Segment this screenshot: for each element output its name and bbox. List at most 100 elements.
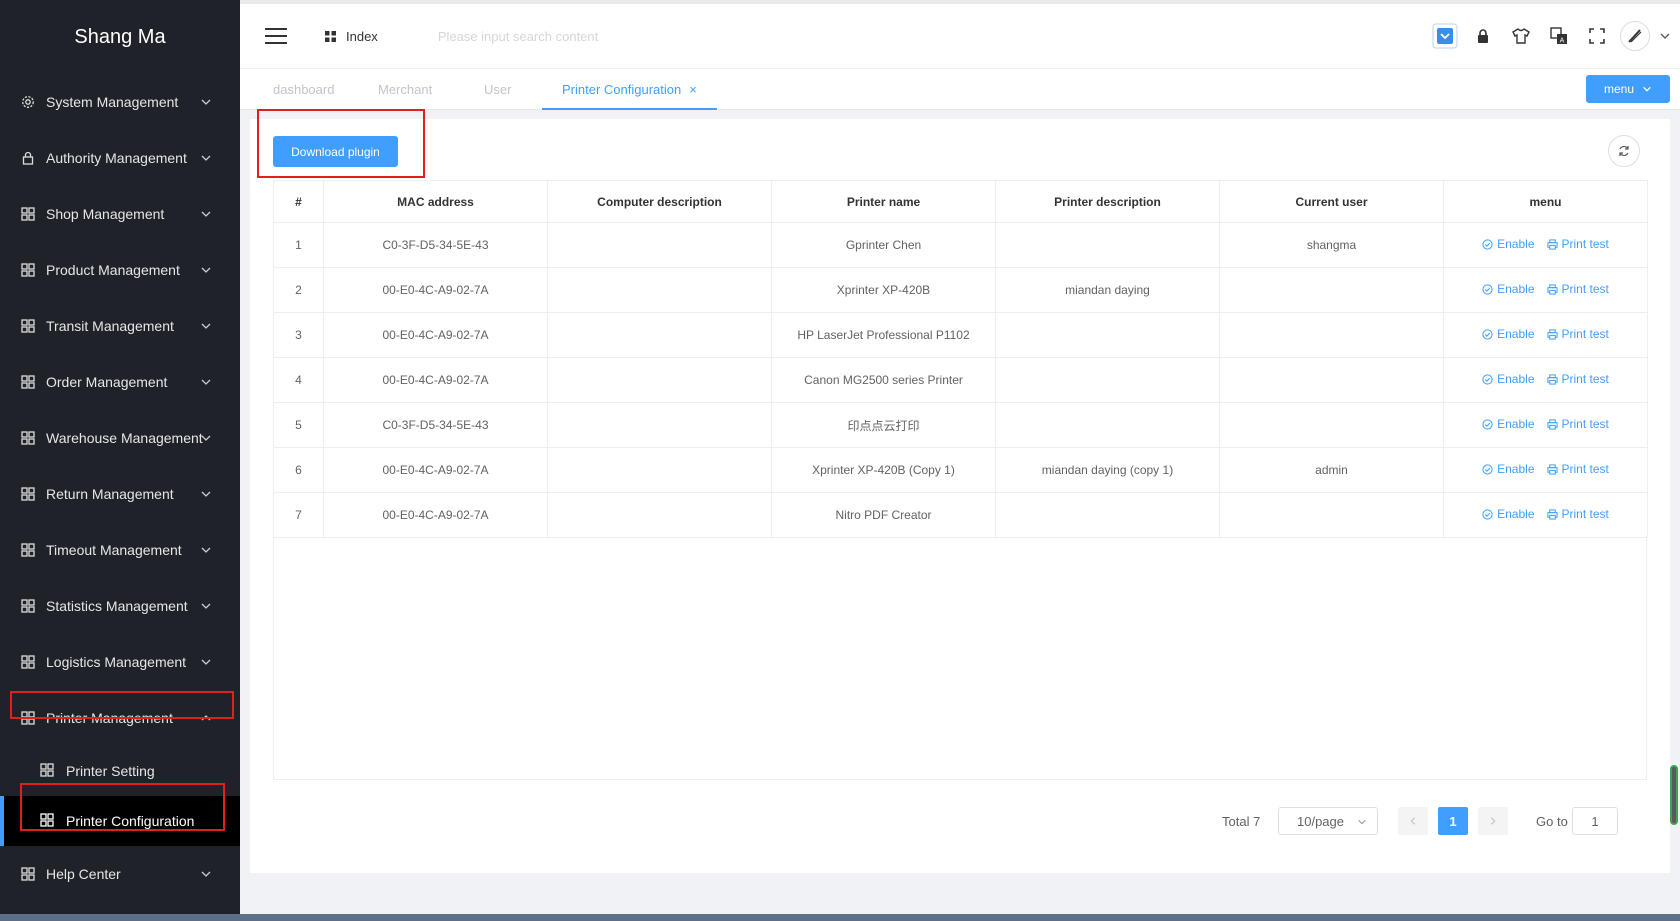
sidebar-subitem-printer-configuration[interactable]: Printer Configuration bbox=[0, 796, 240, 846]
sidebar-item-printer-management[interactable]: Printer Management bbox=[0, 690, 240, 746]
sidebar-item-timeout-management[interactable]: Timeout Management bbox=[0, 522, 240, 578]
avatar[interactable] bbox=[1620, 21, 1650, 51]
sidebar-subitem-printer-setting[interactable]: Printer Setting bbox=[0, 746, 240, 796]
download-plugin-button[interactable]: Download plugin bbox=[273, 136, 398, 167]
chevron-down-icon bbox=[201, 99, 211, 105]
check-circle-icon bbox=[1482, 374, 1493, 385]
table-cell-actions: Enable Print test bbox=[1443, 267, 1648, 313]
grid-icon bbox=[325, 30, 336, 42]
enable-button[interactable]: Enable bbox=[1482, 462, 1535, 476]
chevron-down-icon bbox=[201, 155, 211, 161]
check-circle-icon bbox=[1482, 284, 1493, 295]
table-cell-mac: 00-E0-4C-A9-02-7A bbox=[323, 312, 548, 358]
print-test-button[interactable]: Print test bbox=[1546, 462, 1609, 476]
sidebar-item-product-management[interactable]: Product Management bbox=[0, 242, 240, 298]
print-test-button[interactable]: Print test bbox=[1546, 507, 1609, 521]
table-cell-user bbox=[1219, 312, 1444, 358]
enable-button[interactable]: Enable bbox=[1482, 507, 1535, 521]
printer-icon bbox=[1546, 419, 1558, 430]
print-test-label: Print test bbox=[1561, 327, 1609, 342]
app-icon[interactable] bbox=[1426, 17, 1464, 55]
chevron-down-icon bbox=[201, 379, 211, 385]
sidebar-item-return-management[interactable]: Return Management bbox=[0, 466, 240, 522]
table-cell-desc bbox=[995, 492, 1220, 538]
fullscreen-icon[interactable] bbox=[1578, 17, 1616, 55]
enable-button[interactable]: Enable bbox=[1482, 417, 1535, 431]
table-cell-printer: Nitro PDF Creator bbox=[771, 492, 996, 538]
lock-icon[interactable] bbox=[1464, 17, 1502, 55]
table-cell-computer bbox=[547, 402, 772, 448]
grid-icon bbox=[40, 813, 56, 829]
scrollbar-thumb[interactable] bbox=[1670, 765, 1678, 825]
table-cell-no: 2 bbox=[273, 267, 324, 313]
table-cell-printer: Xprinter XP-420B bbox=[771, 267, 996, 313]
enable-button[interactable]: Enable bbox=[1482, 282, 1535, 297]
grid-icon bbox=[20, 262, 36, 278]
pagination-total: Total 7 bbox=[1222, 813, 1261, 829]
page-size-value: 10/page bbox=[1297, 813, 1344, 829]
enable-label: Enable bbox=[1497, 282, 1535, 297]
svg-text:A: A bbox=[1560, 38, 1565, 45]
table-cell-actions: Enable Print test bbox=[1443, 402, 1648, 448]
print-test-button[interactable]: Print test bbox=[1546, 237, 1609, 251]
menu-dropdown-button[interactable]: menu bbox=[1586, 75, 1670, 103]
table-cell-desc bbox=[995, 222, 1220, 268]
table-cell-mac: C0-3F-D5-34-5E-43 bbox=[323, 222, 548, 268]
tab-label: Printer Configuration bbox=[562, 82, 682, 97]
table-row: 4 00-E0-4C-A9-02-7A Canon MG2500 series Pr… bbox=[273, 357, 1648, 403]
chevron-down-icon bbox=[201, 267, 211, 273]
enable-button[interactable]: Enable bbox=[1482, 372, 1535, 386]
sidebar-item-warehouse-management[interactable]: Warehouse Management bbox=[0, 410, 240, 466]
prev-page-button[interactable] bbox=[1398, 807, 1428, 835]
search-input[interactable] bbox=[437, 28, 798, 44]
sidebar-item-authority-management[interactable]: Authority Management bbox=[0, 130, 240, 186]
page-number-current[interactable]: 1 bbox=[1438, 807, 1468, 835]
breadcrumb[interactable]: Index bbox=[325, 29, 378, 44]
chevron-down-icon[interactable] bbox=[1650, 17, 1680, 55]
table-header-row: # MAC address Computer description Print… bbox=[273, 180, 1648, 223]
sidebar-item-logistics-management[interactable]: Logistics Management bbox=[0, 634, 240, 690]
tabs-bar: dashboard Merchant User Printer Configur… bbox=[240, 68, 1680, 110]
tab-merchant[interactable]: Merchant bbox=[378, 69, 432, 110]
shirt-icon[interactable] bbox=[1502, 17, 1540, 55]
table-cell-user: shangma bbox=[1219, 222, 1444, 268]
print-test-button[interactable]: Print test bbox=[1546, 282, 1609, 296]
sidebar-item-help-center[interactable]: Help Center bbox=[0, 846, 240, 902]
grid-icon bbox=[20, 654, 36, 670]
sidebar-item-statistics-management[interactable]: Statistics Management bbox=[0, 578, 240, 634]
table-cell-printer: Canon MG2500 series Printer bbox=[771, 357, 996, 403]
table-cell-desc: miandan daying bbox=[995, 267, 1220, 313]
grid-icon bbox=[20, 710, 36, 726]
tab-dashboard[interactable]: dashboard bbox=[273, 69, 334, 110]
close-icon[interactable]: × bbox=[689, 82, 697, 97]
chevron-down-icon bbox=[201, 547, 211, 553]
sidebar-item-label: System Management bbox=[46, 94, 179, 110]
table-empty-area bbox=[273, 536, 1647, 780]
sidebar-item-shop-management[interactable]: Shop Management bbox=[0, 186, 240, 242]
print-test-button[interactable]: Print test bbox=[1546, 327, 1609, 342]
goto-page-input[interactable] bbox=[1572, 807, 1618, 835]
table-cell-user bbox=[1219, 267, 1444, 313]
page-size-select[interactable]: 10/page bbox=[1278, 807, 1378, 835]
next-page-button[interactable] bbox=[1478, 807, 1508, 835]
sidebar-item-order-management[interactable]: Order Management bbox=[0, 354, 240, 410]
enable-button[interactable]: Enable bbox=[1482, 327, 1535, 341]
sidebar-item-transit-management[interactable]: Transit Management bbox=[0, 298, 240, 354]
hamburger-menu-icon[interactable] bbox=[265, 28, 287, 44]
print-test-button[interactable]: Print test bbox=[1546, 417, 1609, 431]
table-cell-no: 5 bbox=[273, 402, 324, 448]
chevron-up-icon bbox=[201, 715, 211, 721]
enable-button[interactable]: Enable bbox=[1482, 237, 1535, 251]
chevron-down-icon bbox=[201, 491, 211, 497]
table-cell-user: admin bbox=[1219, 447, 1444, 493]
sidebar-item-system-management[interactable]: System Management bbox=[0, 74, 240, 130]
refresh-icon[interactable] bbox=[1608, 135, 1640, 167]
table-cell-no: 3 bbox=[273, 312, 324, 358]
tab-printer-configuration[interactable]: Printer Configuration × bbox=[542, 69, 717, 110]
translate-icon[interactable]: A bbox=[1540, 17, 1578, 55]
tab-user[interactable]: User bbox=[484, 69, 511, 110]
sidebar-item-label: Return Management bbox=[46, 486, 174, 502]
print-test-button[interactable]: Print test bbox=[1546, 372, 1609, 386]
chevron-down-icon bbox=[1643, 86, 1651, 92]
chevron-down-icon bbox=[201, 435, 211, 441]
